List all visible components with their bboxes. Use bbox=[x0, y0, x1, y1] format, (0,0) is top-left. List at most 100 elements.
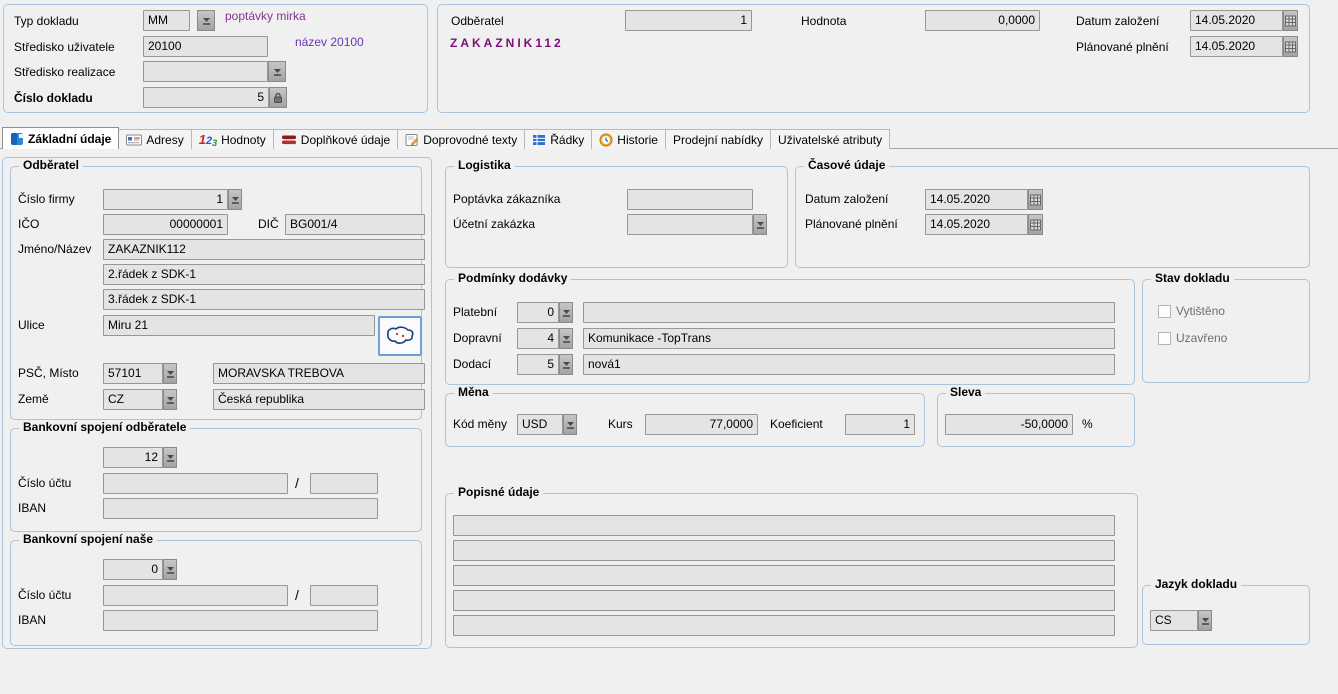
podminky-dodavky-group-title: Podmínky dodávky bbox=[454, 271, 571, 285]
planovane-plneni-header-calendar-button[interactable] bbox=[1283, 36, 1298, 57]
tab-label: Doplňkové údaje bbox=[301, 133, 390, 147]
kod-meny-field[interactable]: USD bbox=[517, 414, 563, 435]
bank-nase-dropdown-button[interactable] bbox=[163, 559, 177, 580]
tab-label: Uživatelské atributy bbox=[778, 133, 882, 147]
lock-icon bbox=[273, 92, 283, 104]
tab-label: Hodnoty bbox=[221, 133, 266, 147]
tab-label: Řádky bbox=[550, 133, 584, 147]
stredisko-uzivatele-note: název 20100 bbox=[295, 32, 364, 53]
stredisko-uzivatele-field[interactable]: 20100 bbox=[143, 36, 268, 57]
tab-prodejni-nabidky[interactable]: Prodejní nabídky bbox=[665, 129, 771, 149]
dodaci-code-field[interactable]: 5 bbox=[517, 354, 559, 375]
tab-zakladni-udaje[interactable]: Základní údaje bbox=[2, 127, 119, 149]
psc-dropdown-button[interactable] bbox=[163, 363, 177, 384]
kod-meny-dropdown-button[interactable] bbox=[563, 414, 577, 435]
jazyk-dokladu-field[interactable]: CS bbox=[1150, 610, 1198, 631]
dodaci-text-field[interactable]: nová1 bbox=[583, 354, 1115, 375]
cislo-firmy-field[interactable]: 1 bbox=[103, 189, 228, 210]
dic-field[interactable]: BG001/4 bbox=[285, 214, 425, 235]
dropdown-arrow-icon bbox=[273, 67, 282, 77]
jmeno-nazev-field-1[interactable]: ZAKAZNIK112 bbox=[103, 239, 425, 260]
datum-zalozeni-group-label: Datum založení bbox=[805, 189, 888, 210]
datum-zalozeni-label: Datum založení bbox=[1076, 11, 1159, 32]
popisne-field-3[interactable] bbox=[453, 565, 1115, 586]
bank-nase-iban-field[interactable] bbox=[103, 610, 378, 631]
tab-doprovodne-texty[interactable]: Doprovodné texty bbox=[397, 129, 525, 149]
ucetni-zakazka-dropdown-button[interactable] bbox=[753, 214, 767, 235]
dic-label: DIČ bbox=[258, 214, 279, 235]
calendar-icon bbox=[1285, 15, 1296, 27]
dropdown-arrow-icon bbox=[166, 369, 175, 379]
bank-odberatele-kod-banky-field[interactable] bbox=[310, 473, 378, 494]
tab-uzivatelske-atributy[interactable]: Uživatelské atributy bbox=[770, 129, 890, 149]
dodaci-dropdown-button[interactable] bbox=[559, 354, 573, 375]
bank-nase-index-field[interactable]: 0 bbox=[103, 559, 163, 580]
sleva-field[interactable]: -50,0000 bbox=[945, 414, 1073, 435]
dopravni-dropdown-button[interactable] bbox=[559, 328, 573, 349]
stredisko-realizace-dropdown-button[interactable] bbox=[268, 61, 286, 82]
zeme-field[interactable]: CZ bbox=[103, 389, 163, 410]
bank-odberatele-ucet-field[interactable] bbox=[103, 473, 288, 494]
ulice-field[interactable]: Miru 21 bbox=[103, 315, 375, 336]
dropdown-arrow-icon bbox=[166, 565, 175, 575]
platebni-code-field[interactable]: 0 bbox=[517, 302, 559, 323]
popisne-field-1[interactable] bbox=[453, 515, 1115, 536]
odberatel-field[interactable]: 1 bbox=[625, 10, 752, 31]
popisne-field-2[interactable] bbox=[453, 540, 1115, 561]
map-button[interactable] bbox=[378, 316, 422, 356]
cislo-firmy-dropdown-button[interactable] bbox=[228, 189, 242, 210]
jazyk-dokladu-group-title: Jazyk dokladu bbox=[1151, 577, 1241, 591]
cislo-dokladu-label: Číslo dokladu bbox=[14, 88, 93, 109]
history-clock-icon bbox=[599, 133, 613, 147]
stredisko-realizace-field[interactable] bbox=[143, 61, 268, 82]
dopravni-text-field[interactable]: Komunikace -TopTrans bbox=[583, 328, 1115, 349]
tab-adresy[interactable]: Adresy bbox=[118, 129, 191, 149]
typ-dokladu-field[interactable]: MM bbox=[143, 10, 190, 31]
typ-dokladu-dropdown-button[interactable] bbox=[197, 10, 215, 31]
tab-hodnoty[interactable]: 123 Hodnoty bbox=[191, 129, 274, 149]
hodnota-field[interactable]: 0,0000 bbox=[925, 10, 1040, 31]
bank-nase-ucet-field[interactable] bbox=[103, 585, 288, 606]
platebni-dropdown-button[interactable] bbox=[559, 302, 573, 323]
uzavreno-checkbox[interactable] bbox=[1158, 332, 1171, 345]
vytisteno-checkbox[interactable] bbox=[1158, 305, 1171, 318]
cislo-dokladu-field[interactable]: 5 bbox=[143, 87, 269, 108]
popisne-field-4[interactable] bbox=[453, 590, 1115, 611]
stredisko-uzivatele-label: Středisko uživatele bbox=[14, 37, 115, 58]
tab-historie[interactable]: Historie bbox=[591, 129, 666, 149]
planovane-plneni-field[interactable]: 14.05.2020 bbox=[925, 214, 1028, 235]
popisne-field-5[interactable] bbox=[453, 615, 1115, 636]
zeme-name-field[interactable]: Česká republika bbox=[213, 389, 425, 410]
bank-odberatele-iban-field[interactable] bbox=[103, 498, 378, 519]
ucetni-zakazka-field[interactable] bbox=[627, 214, 753, 235]
koeficient-field[interactable]: 1 bbox=[845, 414, 915, 435]
ico-field[interactable]: 00000001 bbox=[103, 214, 228, 235]
planovane-plneni-calendar-button[interactable] bbox=[1028, 214, 1043, 235]
dropdown-arrow-icon bbox=[202, 16, 211, 26]
jazyk-dokladu-dropdown-button[interactable] bbox=[1198, 610, 1212, 631]
psc-field[interactable]: 57101 bbox=[103, 363, 163, 384]
dopravni-code-field[interactable]: 4 bbox=[517, 328, 559, 349]
poptavka-zakaznika-field[interactable] bbox=[627, 189, 753, 210]
bank-odberatele-index-field[interactable]: 12 bbox=[103, 447, 163, 468]
platebni-text-field[interactable] bbox=[583, 302, 1115, 323]
tab-doplnkove-udaje[interactable]: Doplňkové údaje bbox=[273, 129, 398, 149]
bank-nase-kod-banky-field[interactable] bbox=[310, 585, 378, 606]
poptavka-zakaznika-label: Poptávka zákazníka bbox=[453, 189, 560, 210]
datum-zalozeni-calendar-button[interactable] bbox=[1028, 189, 1043, 210]
document-form-window: Typ dokladu Středisko uživatele Středisk… bbox=[0, 0, 1338, 694]
bank-odberatele-iban-label: IBAN bbox=[18, 498, 46, 519]
datum-zalozeni-field[interactable]: 14.05.2020 bbox=[925, 189, 1028, 210]
zeme-dropdown-button[interactable] bbox=[163, 389, 177, 410]
kurs-field[interactable]: 77,0000 bbox=[645, 414, 758, 435]
tab-radky[interactable]: Řádky bbox=[524, 129, 592, 149]
misto-field[interactable]: MORAVSKA TREBOVA bbox=[213, 363, 425, 384]
lock-button[interactable] bbox=[269, 87, 287, 108]
planovane-plneni-header-field[interactable]: 14.05.2020 bbox=[1190, 36, 1283, 57]
jmeno-nazev-field-3[interactable]: 3.řádek z SDK-1 bbox=[103, 289, 425, 310]
datum-zalozeni-header-calendar-button[interactable] bbox=[1283, 10, 1298, 31]
bank-odberatele-dropdown-button[interactable] bbox=[163, 447, 177, 468]
jmeno-nazev-field-2[interactable]: 2.řádek z SDK-1 bbox=[103, 264, 425, 285]
hodnota-label: Hodnota bbox=[801, 11, 846, 32]
datum-zalozeni-header-field[interactable]: 14.05.2020 bbox=[1190, 10, 1283, 31]
